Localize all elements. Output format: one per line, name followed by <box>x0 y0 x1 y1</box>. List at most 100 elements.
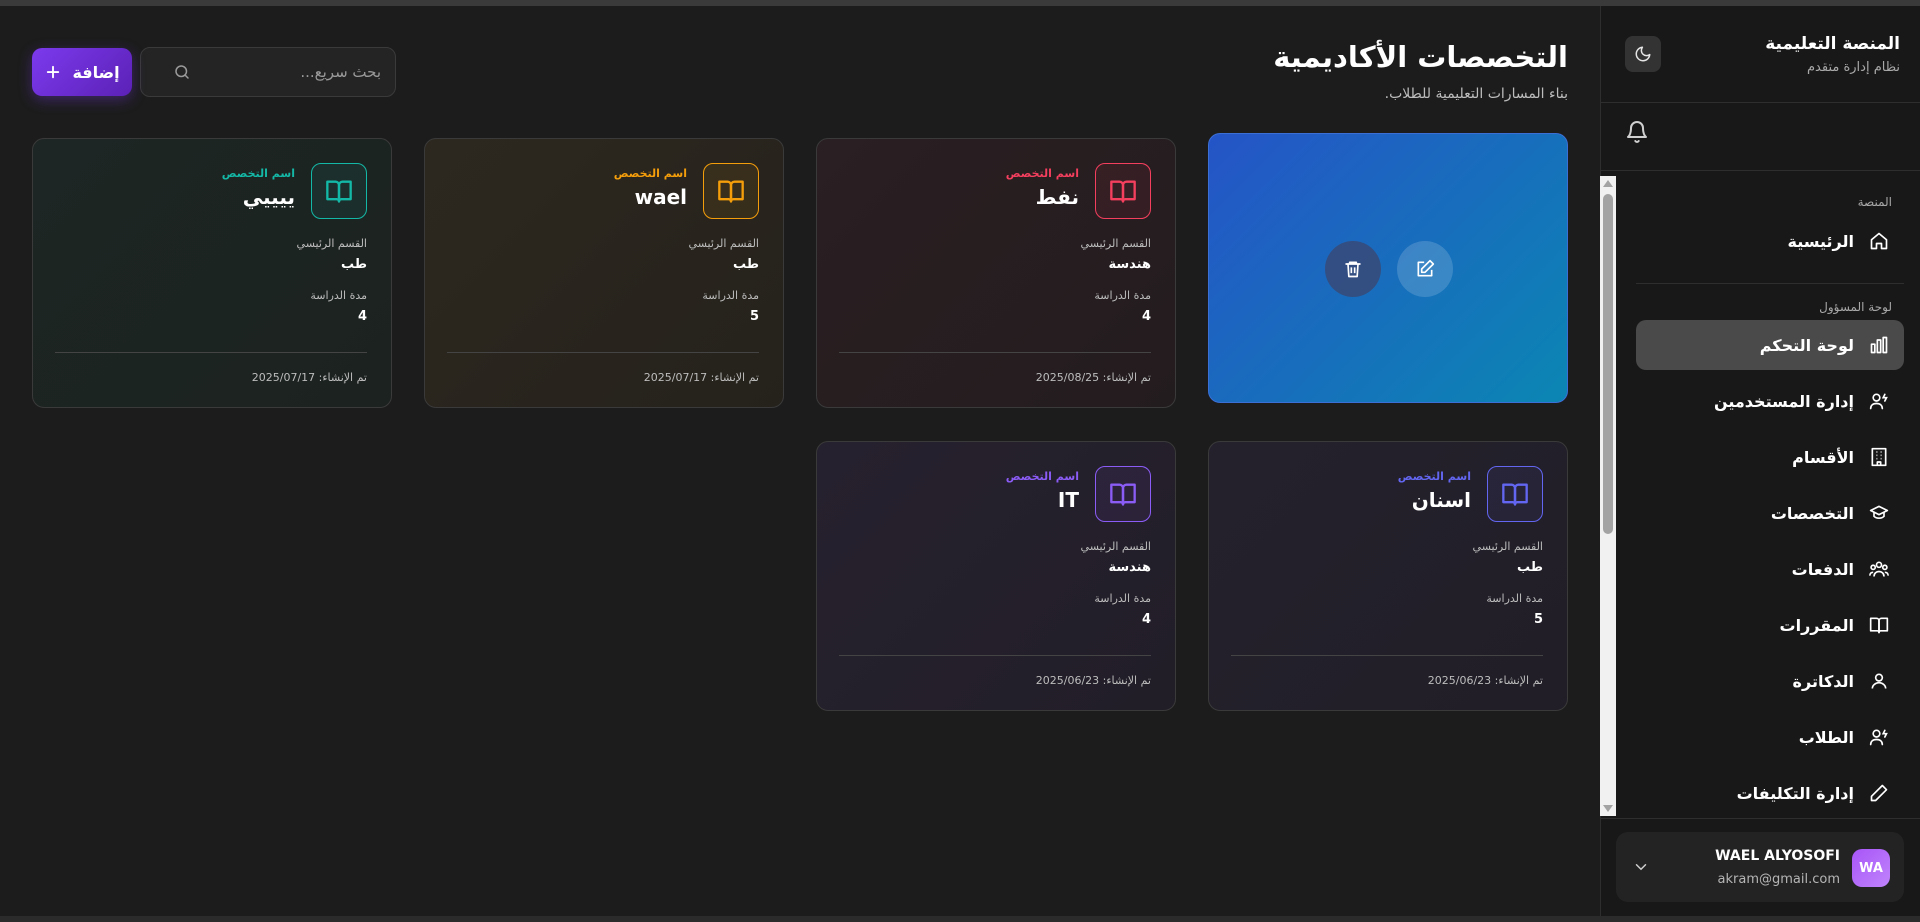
user-name: WAEL ALYOSOFI <box>1715 848 1840 864</box>
sidebar-item-label: التخصصات <box>1770 503 1854 523</box>
page-title: التخصصات الأكاديمية <box>1273 40 1568 74</box>
app-root: المنصة التعليمية نظام إدارة متقدم المنصة… <box>0 6 1920 916</box>
sidebar-item-users[interactable]: إدارة المستخدمين <box>1636 376 1904 426</box>
specialization-card[interactable]: اسم التخصص نفط القسم الرئيسي هندسة مدة ا… <box>816 138 1176 408</box>
group-icon <box>1868 558 1890 580</box>
sidebar: المنصة التعليمية نظام إدارة متقدم المنصة… <box>1600 6 1920 916</box>
users-cog-icon <box>1868 390 1890 412</box>
sidebar-item-students[interactable]: الطلاب <box>1636 712 1904 762</box>
sidebar-item-assignments[interactable]: إدارة التكليفات <box>1636 768 1904 816</box>
card-divider <box>447 352 759 353</box>
duration-label: مدة الدراسة <box>702 289 759 302</box>
duration-label: مدة الدراسة <box>1094 592 1151 605</box>
sidebar-item-courses[interactable]: المقررات <box>1636 600 1904 650</box>
theme-toggle-button[interactable] <box>1625 36 1661 72</box>
sidebar-separator <box>1600 102 1920 103</box>
sidebar-item-dashboard[interactable]: لوحة التحكم <box>1636 320 1904 370</box>
delete-button[interactable] <box>1325 241 1381 297</box>
card-divider <box>839 655 1151 656</box>
scroll-up-arrow[interactable] <box>1603 180 1613 187</box>
specialization-card[interactable]: اسم التخصص IT القسم الرئيسي هندسة مدة ال… <box>816 441 1176 711</box>
moon-icon <box>1635 46 1651 62</box>
specialization-tag: اسم التخصص <box>1397 470 1471 483</box>
specialization-card[interactable]: اسم التخصص ييييي القسم الرئيسي طب مدة ال… <box>32 138 392 408</box>
brand: المنصة التعليمية نظام إدارة متقدم <box>1765 34 1900 75</box>
brand-title: المنصة التعليمية <box>1765 34 1900 54</box>
department-label: القسم الرئيسي <box>1080 540 1151 553</box>
card-divider <box>839 352 1151 353</box>
created-prefix: تم الإنشاء: <box>710 371 759 384</box>
duration-value: 5 <box>749 309 759 324</box>
book-icon <box>311 163 367 219</box>
scrollbar-thumb[interactable] <box>1603 194 1613 534</box>
department-value: طب <box>732 257 759 272</box>
duration-label: مدة الدراسة <box>1094 289 1151 302</box>
page-subtitle: بناء المسارات التعليمية للطلاب. <box>1384 86 1568 102</box>
department-value: طب <box>1516 560 1543 575</box>
search-input[interactable] <box>191 63 381 81</box>
sidebar-nav: المنصة الرئيسية لوحة المسؤول لوحة التحكم… <box>1600 176 1920 816</box>
scroll-down-arrow[interactable] <box>1603 805 1613 812</box>
specialization-tag: اسم التخصص <box>221 167 295 180</box>
graduation-cap-icon <box>1868 502 1890 524</box>
duration-label: مدة الدراسة <box>1486 592 1543 605</box>
trash-icon <box>1345 261 1361 278</box>
book-icon <box>1095 466 1151 522</box>
specialization-name: wael <box>634 185 687 209</box>
student-icon <box>1868 726 1890 748</box>
duration-value: 5 <box>1533 612 1543 627</box>
plus-icon <box>47 65 60 79</box>
specialization-name: IT <box>1057 488 1079 512</box>
department-label: القسم الرئيسي <box>1080 237 1151 250</box>
department-value: طب <box>340 257 367 272</box>
department-label: القسم الرئيسي <box>688 237 759 250</box>
card-divider <box>55 352 367 353</box>
specialization-name: اسنان <box>1411 488 1471 512</box>
add-button[interactable]: إضافة <box>32 48 132 96</box>
specialization-card[interactable]: اسم التخصص wael القسم الرئيسي طب مدة الد… <box>424 138 784 408</box>
user-menu[interactable]: WA WAEL ALYOSOFI akram@gmail.com <box>1616 832 1904 902</box>
sidebar-item-label: الدفعات <box>1791 559 1854 579</box>
edit-button[interactable] <box>1397 241 1453 297</box>
chevron-down-icon[interactable] <box>1632 858 1650 876</box>
specialization-name: ييييي <box>242 185 295 209</box>
created-value: 2025/08/25 <box>1035 371 1100 384</box>
sidebar-item-specializations[interactable]: التخصصات <box>1636 488 1904 538</box>
sidebar-item-home[interactable]: الرئيسية <box>1636 216 1904 266</box>
specialization-card[interactable]: اسم التخصص اسنان القسم الرئيسي طب مدة ال… <box>1208 441 1568 711</box>
search-icon <box>175 65 189 79</box>
user-email: akram@gmail.com <box>1717 872 1840 887</box>
sidebar-item-doctors[interactable]: الدكاترة <box>1636 656 1904 706</box>
pencil-icon <box>1868 782 1890 804</box>
duration-value: 4 <box>357 309 367 324</box>
sidebar-item-label: الطلاب <box>1798 727 1854 747</box>
user-icon <box>1868 670 1890 692</box>
edit-icon <box>1417 259 1435 277</box>
sidebar-separator <box>1600 170 1920 171</box>
created-value: 2025/07/17 <box>251 371 316 384</box>
specialization-tag: اسم التخصص <box>1005 470 1079 483</box>
book-open-icon <box>1868 614 1890 636</box>
created-prefix: تم الإنشاء: <box>1102 371 1151 384</box>
specialization-tag: اسم التخصص <box>1005 167 1079 180</box>
created-date: تم الإنشاء: 2025/06/23 <box>1036 674 1151 687</box>
specialization-card-hovered[interactable] <box>1208 133 1568 403</box>
section-title-admin: لوحة المسؤول <box>1819 300 1892 314</box>
notifications-button[interactable] <box>1625 120 1649 144</box>
created-value: 2025/06/23 <box>1427 674 1492 687</box>
sidebar-divider <box>1636 283 1904 284</box>
sidebar-scrollbar[interactable] <box>1600 176 1616 816</box>
card-divider <box>1231 655 1543 656</box>
avatar: WA <box>1852 849 1890 887</box>
duration-label: مدة الدراسة <box>310 289 367 302</box>
created-date: تم الإنشاء: 2025/07/17 <box>644 371 759 384</box>
section-title-platform: المنصة <box>1857 195 1892 209</box>
search-box[interactable] <box>140 47 396 97</box>
department-value: هندسة <box>1108 257 1152 272</box>
created-prefix: تم الإنشاء: <box>318 371 367 384</box>
sidebar-item-batches[interactable]: الدفعات <box>1636 544 1904 594</box>
sidebar-item-label: إدارة المستخدمين <box>1713 391 1854 411</box>
sidebar-item-departments[interactable]: الأقسام <box>1636 432 1904 482</box>
sidebar-item-label: الرئيسية <box>1787 231 1855 251</box>
duration-value: 4 <box>1141 309 1151 324</box>
